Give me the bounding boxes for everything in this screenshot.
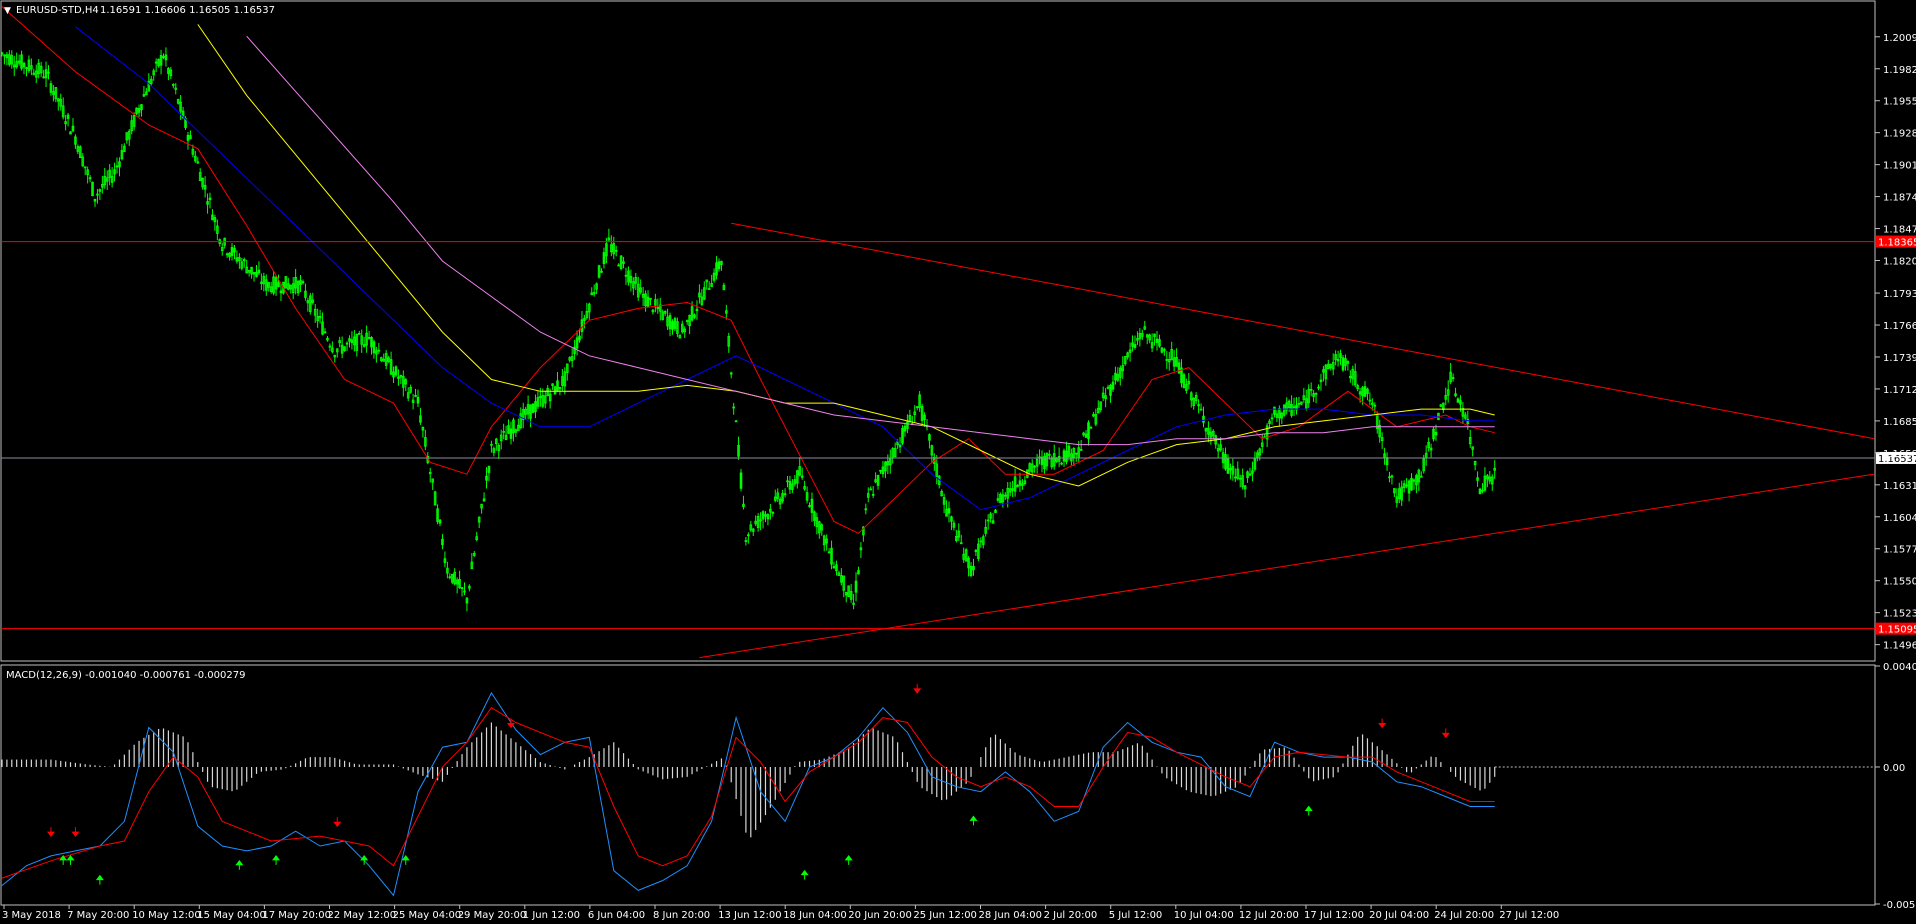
level-price-label: 1.18365 [1878,238,1916,249]
price-tick-label: 1.18475 [1883,225,1916,236]
price-tick-label: 1.15230 [1883,609,1916,620]
trading-chart[interactable]: 1.183651.150951.16537 1.200951.198251.19… [0,0,1916,924]
price-tick-label: 1.20095 [1883,33,1916,44]
macd-tick-label: 0.00 [1883,763,1905,774]
time-tick-label: 27 Jul 12:00 [1499,910,1559,921]
time-tick-label: 22 May 12:00 [328,910,397,921]
price-tick-label: 1.16580 [1883,449,1916,460]
time-tick-label: 10 Jul 04:00 [1174,910,1234,921]
time-tick-label: 12 Jul 20:00 [1239,910,1299,921]
time-tick-label: 15 May 04:00 [197,910,266,921]
time-tick-label: 3 May 2018 [2,910,61,921]
price-tick-label: 1.16310 [1883,481,1916,492]
time-tick-label: 28 Jun 04:00 [979,910,1043,921]
time-tick-label: 7 May 20:00 [67,910,129,921]
level-price-label: 1.15095 [1878,625,1916,636]
chart-background [0,0,1916,924]
price-tick-label: 1.17120 [1883,385,1916,396]
time-tick-label: 17 Jul 12:00 [1304,910,1364,921]
time-tick-label: 25 May 04:00 [393,910,462,921]
menu-triangle-down-icon[interactable]: ▼ [4,6,11,16]
price-tick-label: 1.19285 [1883,129,1916,140]
time-tick-label: 2 Jul 20:00 [1044,910,1098,921]
ohlc-label: 1.16591 1.16606 1.16505 1.16537 [100,5,275,16]
time-tick-label: 6 Jun 04:00 [588,910,645,921]
time-tick-label: 20 Jun 20:00 [848,910,912,921]
price-tick-label: 1.17930 [1883,289,1916,300]
price-tick-label: 1.19015 [1883,161,1916,172]
time-tick-label: 24 Jul 20:00 [1434,910,1494,921]
price-tick-label: 1.16850 [1883,417,1916,428]
price-tick-label: 1.14960 [1883,641,1916,652]
macd-tick-label: -0.00555 [1883,900,1916,911]
time-tick-label: 20 Jul 04:00 [1369,910,1429,921]
macd-title: MACD(12,26,9) -0.001040 -0.000761 -0.000… [6,670,245,681]
time-tick-label: 8 Jun 20:00 [653,910,710,921]
price-tick-label: 1.15770 [1883,545,1916,556]
time-tick-label: 18 Jun 04:00 [783,910,847,921]
price-tick-label: 1.17390 [1883,353,1916,364]
time-tick-label: 13 Jun 12:00 [718,910,782,921]
price-tick-label: 1.19825 [1883,65,1916,76]
time-tick-label: 29 May 20:00 [458,910,527,921]
price-tick-label: 1.18205 [1883,257,1916,268]
price-tick-label: 1.16040 [1883,513,1916,524]
price-tick-label: 1.18745 [1883,193,1916,204]
macd-tick-label: 0.00409 [1883,662,1916,673]
price-tick-label: 1.19555 [1883,97,1916,108]
time-tick-label: 5 Jul 12:00 [1109,910,1163,921]
price-tick-label: 1.15500 [1883,577,1916,588]
time-tick-label: 1 Jun 12:00 [523,910,580,921]
time-tick-label: 25 Jun 12:00 [913,910,977,921]
symbol-label: EURUSD-STD,H4 [16,5,99,16]
price-tick-label: 1.17660 [1883,321,1916,332]
time-tick-label: 17 May 20:00 [262,910,331,921]
time-tick-label: 10 May 12:00 [132,910,201,921]
